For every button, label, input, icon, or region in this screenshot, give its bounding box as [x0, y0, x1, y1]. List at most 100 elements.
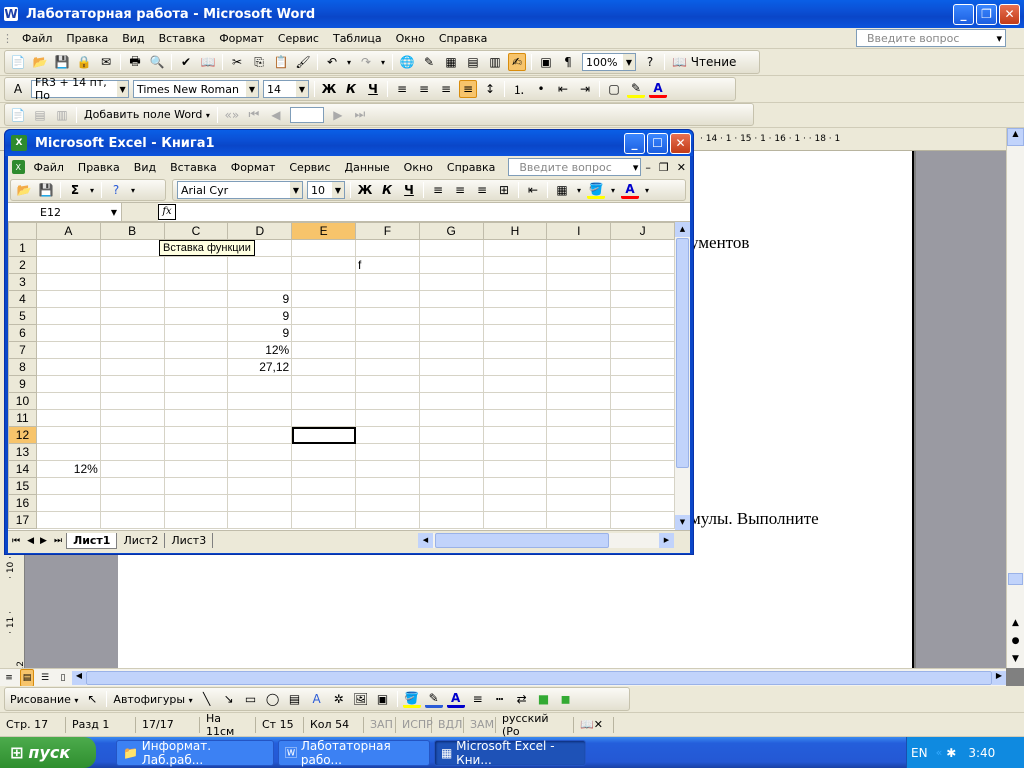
borders-icon[interactable]: ▢: [605, 80, 623, 98]
cell[interactable]: [35, 341, 101, 359]
cell[interactable]: [163, 273, 229, 291]
cell[interactable]: [482, 358, 548, 376]
line-icon[interactable]: ╲: [198, 690, 216, 708]
insert-table-icon[interactable]: ▦: [442, 53, 460, 71]
excel-h-thumb[interactable]: [435, 533, 609, 548]
cell[interactable]: [482, 273, 548, 291]
cell[interactable]: [291, 477, 357, 495]
cell[interactable]: [482, 409, 548, 427]
highlight-icon[interactable]: ✎: [627, 80, 645, 98]
fill-color-icon[interactable]: 🪣: [402, 690, 421, 708]
select-all-corner[interactable]: [8, 222, 37, 240]
print-icon[interactable]: 🖶: [126, 53, 144, 71]
restore-button[interactable]: ❐: [976, 3, 997, 25]
row-header[interactable]: 12: [8, 426, 37, 444]
cell[interactable]: [99, 460, 165, 478]
recipients-icon[interactable]: ▤: [31, 106, 49, 124]
reading-mode-button[interactable]: 📖 Чтение: [670, 53, 738, 71]
underline-icon[interactable]: Ч: [400, 181, 418, 199]
cell[interactable]: 12%: [35, 460, 101, 478]
row-header[interactable]: 16: [8, 494, 37, 512]
word-menu-file[interactable]: Файл: [15, 32, 59, 45]
cell[interactable]: [35, 392, 101, 410]
merge-fields-icon[interactable]: ▥: [53, 106, 71, 124]
spelling-status-icon[interactable]: 📖✕: [574, 716, 614, 733]
indent-icon[interactable]: ⇤: [524, 181, 542, 199]
dash-style-icon[interactable]: ┅: [491, 690, 509, 708]
arrow-icon[interactable]: ↘: [220, 690, 238, 708]
cell[interactable]: [227, 477, 293, 495]
borders-icon[interactable]: ▦: [553, 181, 571, 199]
save-icon[interactable]: 💾: [37, 181, 55, 199]
cell[interactable]: [418, 239, 484, 257]
cell[interactable]: [482, 426, 548, 444]
cell[interactable]: [35, 358, 101, 376]
row-header[interactable]: 10: [8, 392, 37, 410]
cell[interactable]: [482, 477, 548, 495]
scroll-down-icon[interactable]: ▼: [675, 515, 690, 530]
cell[interactable]: [291, 324, 357, 342]
scroll-right-icon[interactable]: ▶: [659, 533, 674, 548]
cell[interactable]: [610, 409, 675, 427]
cell[interactable]: [99, 477, 165, 495]
excel-vertical-scrollbar[interactable]: ▲ ▼: [675, 222, 690, 530]
cell[interactable]: [610, 358, 675, 376]
cell[interactable]: [418, 409, 484, 427]
cell[interactable]: [35, 256, 101, 274]
chevron-down-icon[interactable]: ▾: [88, 181, 96, 199]
cell[interactable]: [163, 256, 229, 274]
help-icon[interactable]: ?: [641, 53, 659, 71]
row-header[interactable]: 15: [8, 477, 37, 495]
cell[interactable]: [227, 273, 293, 291]
cell[interactable]: [163, 392, 229, 410]
diagram-icon[interactable]: ✲: [330, 690, 348, 708]
cell[interactable]: [546, 358, 612, 376]
cell[interactable]: [482, 290, 548, 308]
view-merged-icon[interactable]: «»: [223, 106, 241, 124]
style-select[interactable]: FR3 + 14 пт, По ▼: [31, 76, 129, 102]
cell[interactable]: [418, 392, 484, 410]
row-header[interactable]: 6: [8, 324, 37, 342]
cell[interactable]: [546, 409, 612, 427]
cell[interactable]: [482, 375, 548, 393]
column-header[interactable]: B: [99, 222, 165, 240]
cell[interactable]: [610, 273, 675, 291]
workbook-icon[interactable]: X: [12, 160, 25, 174]
excel-ask-input[interactable]: Введите вопрос ▾: [508, 158, 642, 176]
sheet-tab-3[interactable]: Лист3: [165, 533, 214, 548]
outline-view-icon[interactable]: ☰: [38, 669, 52, 687]
word-menu-tools[interactable]: Сервис: [271, 32, 326, 45]
cell[interactable]: [163, 307, 229, 325]
scroll-left-icon[interactable]: ◀: [418, 533, 433, 548]
cell[interactable]: [482, 511, 548, 529]
add-field-button[interactable]: Добавить поле Word ▾: [80, 108, 214, 121]
normal-view-icon[interactable]: ≡: [2, 669, 16, 687]
cell[interactable]: [291, 375, 357, 393]
cell[interactable]: [99, 256, 165, 274]
cell[interactable]: [418, 426, 484, 444]
cell[interactable]: [355, 341, 420, 359]
cell[interactable]: 9: [227, 290, 293, 308]
excel-menu-format[interactable]: Формат: [224, 161, 283, 174]
cell[interactable]: [291, 307, 357, 325]
first-sheet-icon[interactable]: ⏮: [8, 536, 24, 546]
font-size-select[interactable]: 14 ▼: [263, 80, 309, 98]
line-style-icon[interactable]: ≡: [469, 690, 487, 708]
cell[interactable]: [482, 307, 548, 325]
bold-icon[interactable]: Ж: [320, 80, 338, 98]
cell[interactable]: [610, 307, 675, 325]
cell[interactable]: [291, 256, 357, 274]
excel-minimize-button[interactable]: _: [624, 132, 645, 154]
merge-center-icon[interactable]: ⊞: [495, 181, 513, 199]
word-menu-help[interactable]: Справка: [432, 32, 494, 45]
cell[interactable]: [291, 409, 357, 427]
excel-menu-view[interactable]: Вид: [127, 161, 163, 174]
bold-icon[interactable]: Ж: [356, 181, 374, 199]
excel-menu-file[interactable]: Файл: [27, 161, 71, 174]
cell[interactable]: [163, 409, 229, 427]
align-right-icon[interactable]: ≡: [473, 181, 491, 199]
cell[interactable]: [418, 494, 484, 512]
cell[interactable]: [546, 341, 612, 359]
autosum-icon[interactable]: Σ: [66, 181, 84, 199]
cell[interactable]: [227, 494, 293, 512]
